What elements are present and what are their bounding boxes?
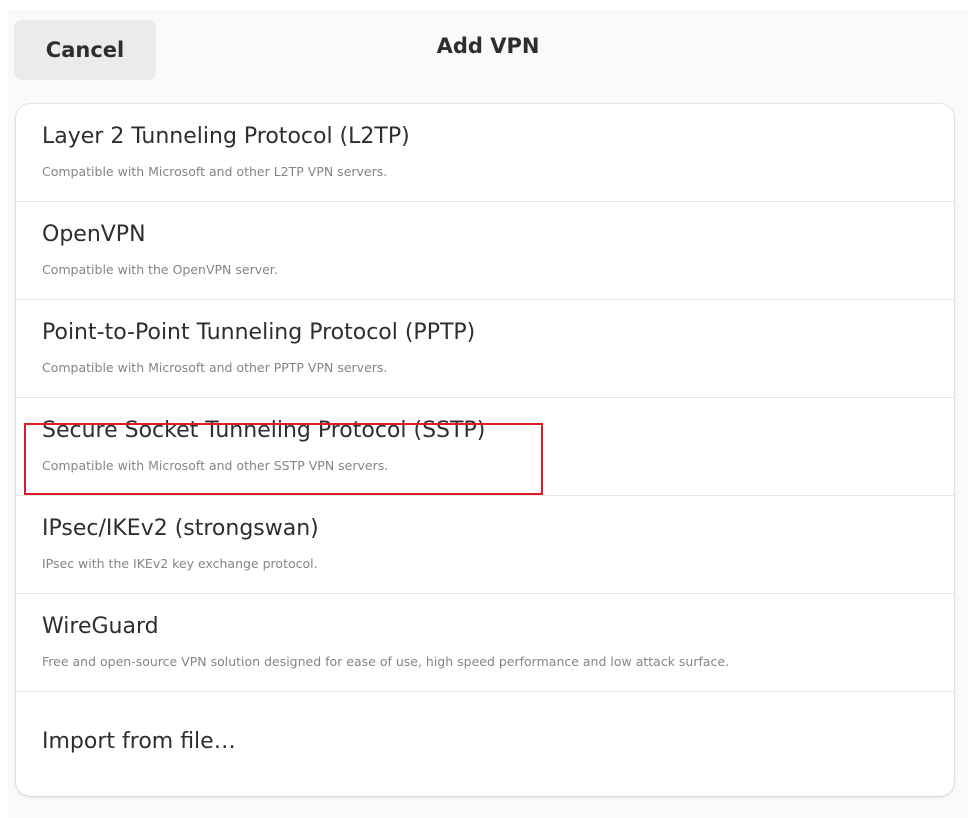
- vpn-option-ipsec-ikev2[interactable]: IPsec/IKEv2 (strongswan) IPsec with the …: [16, 496, 954, 594]
- vpn-option-subtitle: Compatible with the OpenVPN server.: [42, 262, 278, 277]
- vpn-option-title: Secure Socket Tunneling Protocol (SSTP): [42, 418, 486, 443]
- vpn-option-wireguard[interactable]: WireGuard Free and open-source VPN solut…: [16, 594, 954, 692]
- import-from-file-option[interactable]: Import from file…: [16, 692, 954, 794]
- dialog-title: Add VPN: [436, 34, 540, 58]
- vpn-option-sstp[interactable]: Secure Socket Tunneling Protocol (SSTP) …: [16, 398, 954, 496]
- vpn-option-title: Layer 2 Tunneling Protocol (L2TP): [42, 124, 410, 149]
- vpn-type-list: Layer 2 Tunneling Protocol (L2TP) Compat…: [16, 104, 954, 796]
- vpn-option-l2tp[interactable]: Layer 2 Tunneling Protocol (L2TP) Compat…: [16, 104, 954, 202]
- vpn-option-title: Point-to-Point Tunneling Protocol (PPTP): [42, 320, 476, 345]
- vpn-option-subtitle: Compatible with Microsoft and other L2TP…: [42, 164, 388, 179]
- vpn-option-pptp[interactable]: Point-to-Point Tunneling Protocol (PPTP)…: [16, 300, 954, 398]
- vpn-option-title: WireGuard: [42, 614, 159, 639]
- dialog-header: Cancel Add VPN: [8, 10, 968, 110]
- import-from-file-label: Import from file…: [42, 729, 236, 754]
- vpn-option-subtitle: Free and open-source VPN solution design…: [42, 654, 730, 669]
- vpn-option-subtitle: IPsec with the IKEv2 key exchange protoc…: [42, 556, 318, 571]
- vpn-option-openvpn[interactable]: OpenVPN Compatible with the OpenVPN serv…: [16, 202, 954, 300]
- vpn-option-title: IPsec/IKEv2 (strongswan): [42, 516, 319, 541]
- vpn-option-subtitle: Compatible with Microsoft and other PPTP…: [42, 360, 388, 375]
- vpn-option-subtitle: Compatible with Microsoft and other SSTP…: [42, 458, 389, 473]
- vpn-option-title: OpenVPN: [42, 222, 146, 247]
